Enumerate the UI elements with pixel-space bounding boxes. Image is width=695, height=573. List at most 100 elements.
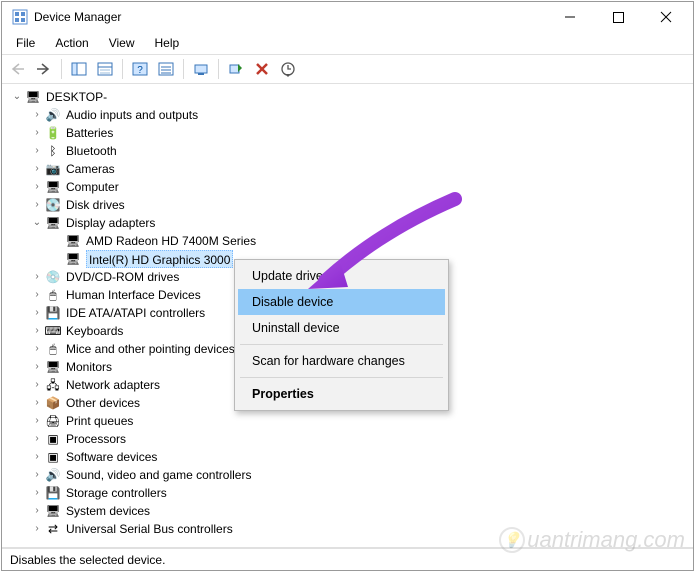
watermark-text: uantrimang.com: [527, 527, 685, 553]
tree-item-label: Computer: [66, 178, 119, 196]
tree-item[interactable]: ›🔋Batteries: [10, 124, 693, 142]
menu-file[interactable]: File: [8, 34, 43, 52]
tree-item[interactable]: ›▣Processors: [10, 430, 693, 448]
device-category-icon: 🖥: [44, 358, 62, 376]
tree-item-label: Software devices: [66, 448, 157, 466]
device-category-icon: 🖨: [44, 412, 62, 430]
chevron-right-icon[interactable]: ›: [30, 160, 44, 178]
device-category-icon: 📷: [44, 160, 62, 178]
chevron-right-icon[interactable]: ›: [30, 358, 44, 376]
chevron-right-icon[interactable]: ›: [30, 412, 44, 430]
tree-item-label: IDE ATA/ATAPI controllers: [66, 304, 205, 322]
chevron-down-icon[interactable]: ⌄: [10, 88, 24, 106]
chevron-right-icon[interactable]: ›: [30, 286, 44, 304]
chevron-right-icon[interactable]: ›: [30, 142, 44, 160]
chevron-right-icon[interactable]: ›: [30, 484, 44, 502]
tree-item[interactable]: ›🔊Audio inputs and outputs: [10, 106, 693, 124]
menu-view[interactable]: View: [101, 34, 143, 52]
minimize-button[interactable]: [555, 7, 585, 27]
context-scan-hardware[interactable]: Scan for hardware changes: [238, 348, 445, 374]
chevron-down-icon[interactable]: ⌄: [30, 214, 44, 232]
action-button[interactable]: [154, 58, 178, 80]
tree-child-label: Intel(R) HD Graphics 3000: [87, 251, 232, 269]
chevron-right-icon[interactable]: ›: [30, 268, 44, 286]
device-category-icon: 🖱: [44, 340, 62, 358]
context-properties[interactable]: Properties: [238, 381, 445, 407]
chevron-right-icon[interactable]: ›: [30, 304, 44, 322]
close-button[interactable]: [651, 7, 681, 27]
menu-action[interactable]: Action: [47, 34, 96, 52]
enable-device-button[interactable]: [224, 58, 248, 80]
device-category-icon: 💾: [44, 304, 62, 322]
device-category-icon: 🔊: [44, 466, 62, 484]
chevron-right-icon[interactable]: ›: [30, 502, 44, 520]
help-button[interactable]: ?: [128, 58, 152, 80]
device-category-icon: 💿: [44, 268, 62, 286]
tree-item[interactable]: ›ᛒBluetooth: [10, 142, 693, 160]
tree-item-label: Human Interface Devices: [66, 286, 201, 304]
device-category-icon: 🔊: [44, 106, 62, 124]
tree-item-label: Batteries: [66, 124, 113, 142]
computer-icon: 🖥: [24, 88, 42, 106]
device-category-icon: ▣: [44, 448, 62, 466]
properties-button[interactable]: [93, 58, 117, 80]
update-driver-button[interactable]: [276, 58, 300, 80]
device-category-icon: 🖧: [44, 376, 62, 394]
back-button[interactable]: [6, 58, 30, 80]
uninstall-device-button[interactable]: [250, 58, 274, 80]
tree-item[interactable]: ⌄🖥Display adapters: [10, 214, 693, 232]
menubar: File Action View Help: [2, 32, 693, 54]
tree-item[interactable]: ›📷Cameras: [10, 160, 693, 178]
tree-root-label: DESKTOP-: [46, 88, 107, 106]
chevron-right-icon[interactable]: ›: [30, 106, 44, 124]
tree-item-label: Storage controllers: [66, 484, 167, 502]
context-separator: [240, 377, 443, 378]
tree-root[interactable]: ⌄🖥DESKTOP-: [10, 88, 693, 106]
maximize-button[interactable]: [603, 7, 633, 27]
context-uninstall-device[interactable]: Uninstall device: [238, 315, 445, 341]
tree-item-label: Sound, video and game controllers: [66, 466, 251, 484]
chevron-right-icon[interactable]: ›: [30, 394, 44, 412]
chevron-right-icon[interactable]: ›: [30, 322, 44, 340]
tree-item[interactable]: ›🖥System devices: [10, 502, 693, 520]
device-category-icon: 🖥: [44, 214, 62, 232]
device-category-icon: ᛒ: [44, 142, 62, 160]
device-category-icon: ⇄: [44, 520, 62, 538]
app-icon: [12, 9, 28, 25]
menu-help[interactable]: Help: [147, 34, 188, 52]
tree-item-label: Mice and other pointing devices: [66, 340, 235, 358]
titlebar: Device Manager: [2, 2, 693, 32]
device-category-icon: 🖥: [44, 178, 62, 196]
scan-hardware-button[interactable]: [189, 58, 213, 80]
tree-item-label: Audio inputs and outputs: [66, 106, 198, 124]
chevron-right-icon[interactable]: ›: [30, 178, 44, 196]
tree-item-label: Print queues: [66, 412, 133, 430]
forward-button[interactable]: [32, 58, 56, 80]
tree-item[interactable]: ›💾Storage controllers: [10, 484, 693, 502]
tree-item[interactable]: ›🖨Print queues: [10, 412, 693, 430]
tree-item[interactable]: ›▣Software devices: [10, 448, 693, 466]
chevron-right-icon[interactable]: ›: [30, 124, 44, 142]
tree-item[interactable]: ›🔊Sound, video and game controllers: [10, 466, 693, 484]
chevron-right-icon[interactable]: ›: [30, 340, 44, 358]
device-category-icon: 🖱: [44, 286, 62, 304]
tree-item-label: Universal Serial Bus controllers: [66, 520, 233, 538]
tree-item-label: Bluetooth: [66, 142, 117, 160]
tree-child[interactable]: 🖥AMD Radeon HD 7400M Series: [10, 232, 693, 250]
toolbar-separator: [61, 59, 62, 79]
chevron-right-icon[interactable]: ›: [30, 430, 44, 448]
context-disable-device[interactable]: Disable device: [238, 289, 445, 315]
tree-item-label: Other devices: [66, 394, 140, 412]
chevron-right-icon[interactable]: ›: [30, 520, 44, 538]
chevron-right-icon[interactable]: ›: [30, 466, 44, 484]
context-menu: Update driver Disable device Uninstall d…: [234, 259, 449, 411]
tree-item[interactable]: ›🖥Computer: [10, 178, 693, 196]
chevron-right-icon[interactable]: ›: [30, 196, 44, 214]
show-hide-tree-button[interactable]: [67, 58, 91, 80]
chevron-right-icon[interactable]: ›: [30, 376, 44, 394]
context-update-driver[interactable]: Update driver: [238, 263, 445, 289]
chevron-right-icon[interactable]: ›: [30, 448, 44, 466]
tree-item[interactable]: ›💽Disk drives: [10, 196, 693, 214]
watermark: 💡 uantrimang.com: [499, 527, 685, 553]
device-category-icon: 📦: [44, 394, 62, 412]
